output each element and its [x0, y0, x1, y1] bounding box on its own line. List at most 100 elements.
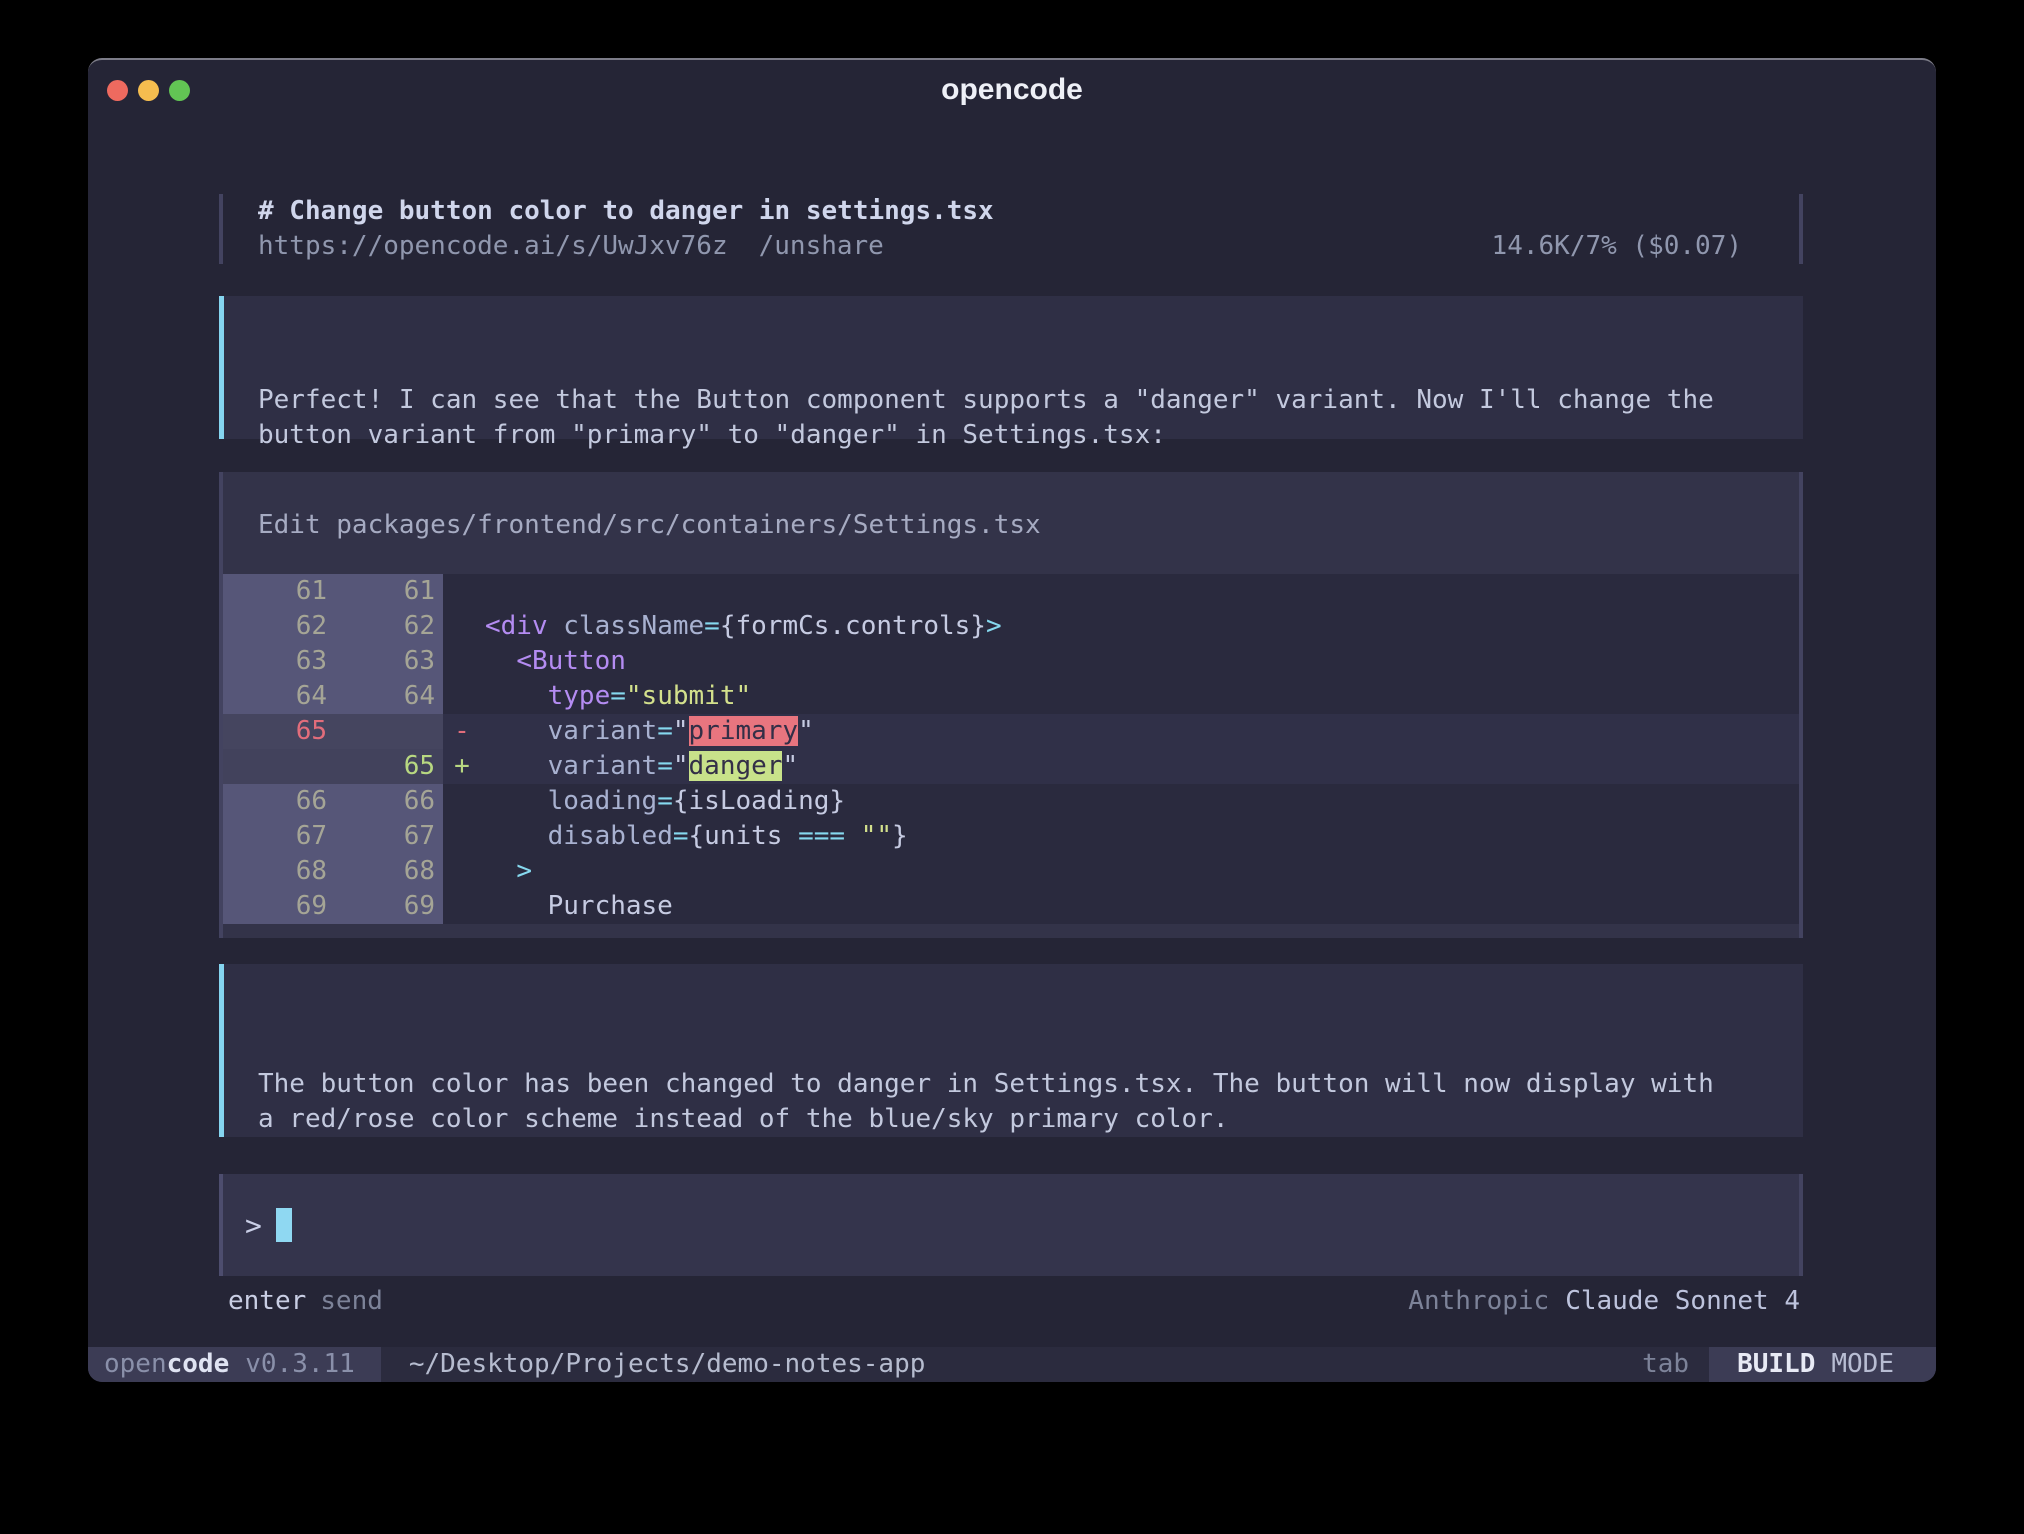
- code-token: <Button: [516, 646, 626, 676]
- app-name-suffix: code: [167, 1349, 230, 1379]
- code-token: ": [673, 751, 689, 781]
- diff-code-line: loading={isLoading}: [481, 784, 1799, 819]
- diff-old-lineno: 62: [223, 609, 327, 644]
- diff-tool-block[interactable]: Edit packages/frontend/src/containers/Se…: [219, 472, 1803, 938]
- diff-gutter: 6161: [223, 574, 443, 609]
- code-token: Purchase: [485, 891, 673, 921]
- share-url[interactable]: https://opencode.ai/s/UwJxv76z: [258, 231, 728, 261]
- diff-marker: [443, 609, 481, 644]
- code-token: "": [861, 821, 892, 851]
- diff-new-lineno: 67: [327, 819, 443, 854]
- code-token: =: [657, 716, 673, 746]
- unshare-command[interactable]: /unshare: [759, 231, 884, 261]
- provider-name: Anthropic: [1408, 1286, 1549, 1316]
- diff-marker: [443, 574, 481, 609]
- code-token: loading: [548, 786, 658, 816]
- code-token: [485, 646, 516, 676]
- model-indicator: Anthropic Claude Sonnet 4: [1408, 1284, 1800, 1319]
- mode-label: MODE: [1831, 1349, 1894, 1379]
- app-name-prefix: open: [104, 1349, 167, 1379]
- diff-marker: [443, 679, 481, 714]
- diff-row: 6767 disabled={units === ""}: [223, 819, 1799, 854]
- diff-gutter: 65: [223, 749, 443, 784]
- prompt-input[interactable]: >: [219, 1174, 1803, 1276]
- code-token: >: [516, 856, 532, 886]
- message-text: The button color has been changed to dan…: [258, 1067, 1803, 1137]
- code-token: {isLoading}: [673, 786, 845, 816]
- diff-code-line: <Button: [481, 644, 1799, 679]
- prompt-symbol: >: [245, 1208, 262, 1243]
- enter-key-hint: enter: [228, 1286, 306, 1316]
- code-token: =: [657, 751, 673, 781]
- diff-row: 6464 type="submit": [223, 679, 1799, 714]
- diff-rows: 61616262<div className={formCs.controls}…: [223, 574, 1799, 924]
- code-token: [485, 751, 548, 781]
- mode-chip[interactable]: BUILDMODE: [1709, 1347, 1936, 1382]
- diff-marker: [443, 644, 481, 679]
- code-token: [485, 856, 516, 886]
- app-version-chip: opencode v0.3.11: [88, 1347, 381, 1382]
- code-token: [485, 681, 548, 711]
- session-header: # Change button color to danger in setti…: [219, 194, 1803, 264]
- diff-old-lineno: 66: [223, 784, 327, 819]
- send-action-hint: send: [320, 1286, 383, 1316]
- diff-new-lineno: 61: [327, 574, 443, 609]
- diff-gutter: 6262: [223, 609, 443, 644]
- diff-old-lineno: 69: [223, 889, 327, 924]
- code-token: ": [673, 716, 689, 746]
- code-token: "submit": [626, 681, 751, 711]
- message-text: Perfect! I can see that the Button compo…: [258, 383, 1803, 453]
- code-token: [485, 716, 548, 746]
- diff-row: 6262<div className={formCs.controls}>: [223, 609, 1799, 644]
- code-token: =: [704, 611, 720, 641]
- diff-new-lineno: [327, 714, 443, 749]
- diff-new-lineno: 69: [327, 889, 443, 924]
- diff-gutter: 6666: [223, 784, 443, 819]
- code-token: <div: [485, 611, 548, 641]
- diff-new-lineno: 68: [327, 854, 443, 889]
- diff-code-line: variant="primary": [481, 714, 1799, 749]
- diff-gutter: 65: [223, 714, 443, 749]
- tab-key-hint: tab: [1642, 1347, 1689, 1382]
- diff-code-line: [481, 574, 1799, 609]
- diff-marker: [443, 784, 481, 819]
- hint-row: enter send Anthropic Claude Sonnet 4: [228, 1284, 1800, 1319]
- diff-new-lineno: 63: [327, 644, 443, 679]
- code-token: [845, 821, 861, 851]
- code-token: variant: [548, 751, 658, 781]
- token-usage-stats: 14.6K/7% ($0.07): [1492, 229, 1742, 264]
- model-name: Claude Sonnet 4: [1565, 1286, 1800, 1316]
- window-titlebar: opencode: [88, 60, 1936, 120]
- diff-gutter: 6464: [223, 679, 443, 714]
- diff-row: 6969 Purchase: [223, 889, 1799, 924]
- text-cursor: [276, 1208, 292, 1242]
- diff-new-lineno: 66: [327, 784, 443, 819]
- diff-old-lineno: 63: [223, 644, 327, 679]
- code-token: >: [986, 611, 1002, 641]
- message-text-line: button variant from "primary" to "danger…: [258, 418, 1803, 453]
- code-token: {formCs.controls}: [720, 611, 986, 641]
- app-version: v0.3.11: [245, 1349, 355, 1379]
- status-bar: opencodev0.3.11 ~/Desktop/Projects/demo-…: [88, 1347, 1936, 1382]
- diff-marker: [443, 854, 481, 889]
- code-token: =: [657, 786, 673, 816]
- assistant-message: Perfect! I can see that the Button compo…: [219, 296, 1803, 439]
- code-token: [485, 786, 548, 816]
- diff-row: 65- variant="primary": [223, 714, 1799, 749]
- diff-marker: -: [443, 714, 481, 749]
- code-token: disabled: [548, 821, 673, 851]
- app-window: opencode # Change button color to danger…: [88, 58, 1936, 1382]
- code-token: danger: [689, 751, 783, 781]
- diff-old-lineno: 68: [223, 854, 327, 889]
- assistant-message: The button color has been changed to dan…: [219, 964, 1803, 1137]
- code-token: primary: [689, 716, 799, 746]
- diff-new-lineno: 65: [327, 749, 443, 784]
- diff-code-line: variant="danger": [481, 749, 1799, 784]
- code-token: [485, 821, 548, 851]
- diff-file-header: Edit packages/frontend/src/containers/Se…: [258, 508, 1799, 543]
- code-token: =: [673, 821, 689, 851]
- code-token: {units: [689, 821, 799, 851]
- diff-code-line: type="submit": [481, 679, 1799, 714]
- diff-row: 6666 loading={isLoading}: [223, 784, 1799, 819]
- diff-code-line: Purchase: [481, 889, 1799, 924]
